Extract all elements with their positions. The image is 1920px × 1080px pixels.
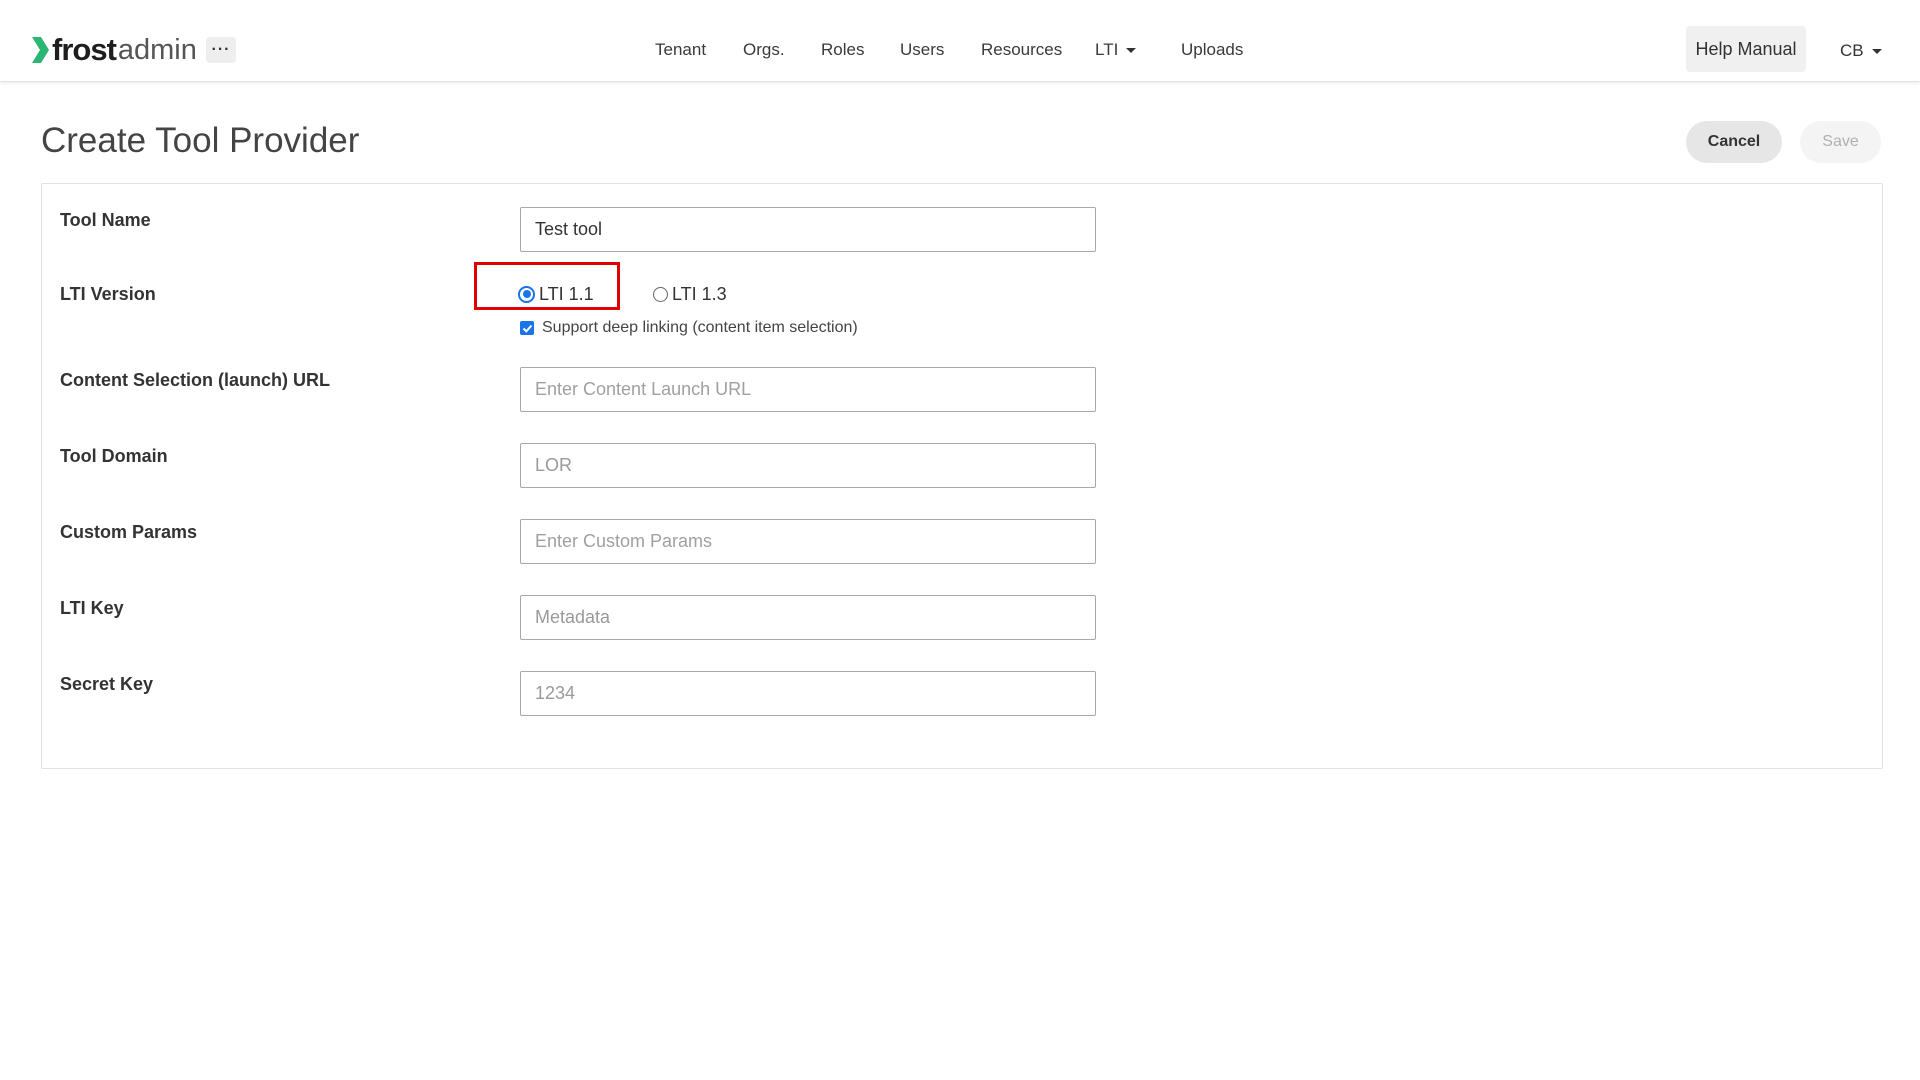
more-icon: ··· [211, 41, 231, 58]
logo-chevron-icon [32, 37, 49, 63]
chevron-down-icon [1871, 49, 1882, 55]
lti-key-input[interactable] [520, 595, 1096, 640]
lti-version-label: LTI Version [60, 284, 156, 304]
tool-name-label: Tool Name [60, 210, 151, 230]
launch-url-input[interactable] [520, 367, 1096, 412]
secret-key-label: Secret Key [60, 674, 154, 694]
checkmark-icon [522, 324, 532, 333]
deep-linking-checkbox[interactable] [520, 321, 534, 335]
top-navigation-bar: frost admin ··· Tenant Orgs. Roles Users… [0, 0, 1920, 82]
cancel-button[interactable]: Cancel [1686, 121, 1782, 163]
nav-item-lti[interactable]: LTI [1095, 38, 1137, 62]
nav-item-resources[interactable]: Resources [981, 38, 1062, 62]
custom-params-input[interactable] [520, 519, 1096, 564]
deep-linking-option[interactable]: Support deep linking (content item selec… [520, 318, 858, 338]
user-initials: CB [1840, 41, 1864, 60]
nav-item-orgs[interactable]: Orgs. [743, 38, 785, 62]
custom-params-label: Custom Params [60, 522, 198, 542]
radio-unselected-icon[interactable] [653, 286, 668, 302]
page-title: Create Tool Provider [41, 121, 360, 160]
radio-lti-1-1-label: LTI 1.1 [539, 284, 594, 304]
nav-item-uploads[interactable]: Uploads [1181, 38, 1243, 62]
radio-lti-1-3-label: LTI 1.3 [672, 284, 727, 304]
deep-linking-label: Support deep linking (content item selec… [542, 319, 858, 336]
logo-suffix-text: admin [117, 34, 197, 66]
tool-domain-input[interactable] [520, 443, 1096, 488]
lti-key-label: LTI Key [60, 598, 124, 618]
logo-brand-text: frost [52, 32, 117, 67]
frost-admin-logo[interactable]: frost admin [30, 32, 197, 68]
secret-key-input[interactable] [520, 671, 1096, 716]
launch-url-label: Content Selection (launch) URL [60, 370, 330, 390]
nav-item-lti-label: LTI [1095, 40, 1119, 59]
nav-item-roles[interactable]: Roles [821, 38, 864, 62]
tool-domain-label: Tool Domain [60, 446, 168, 466]
more-options-button[interactable]: ··· [206, 37, 236, 63]
help-manual-button[interactable]: Help Manual [1686, 26, 1806, 72]
radio-lti-1-1[interactable]: LTI 1.1 [518, 282, 594, 306]
nav-item-tenant[interactable]: Tenant [655, 38, 706, 62]
user-menu[interactable]: CB [1840, 39, 1882, 63]
radio-selected-icon[interactable] [518, 285, 535, 303]
save-button[interactable]: Save [1800, 121, 1881, 163]
tool-name-input[interactable] [520, 207, 1096, 252]
chevron-down-icon [1126, 48, 1137, 54]
radio-lti-1-3[interactable]: LTI 1.3 [653, 282, 727, 306]
nav-item-users[interactable]: Users [900, 38, 944, 62]
